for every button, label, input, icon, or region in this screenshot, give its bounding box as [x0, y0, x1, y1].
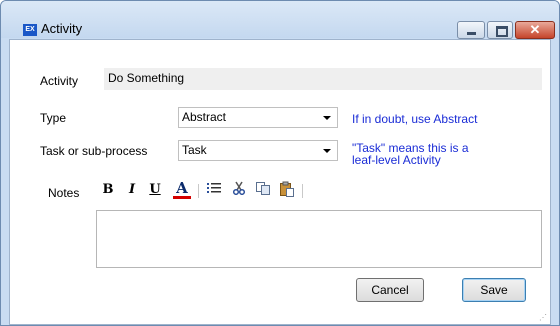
window-title: Activity — [41, 21, 83, 36]
underline-button[interactable]: U — [147, 181, 163, 199]
italic-button[interactable]: I — [125, 181, 139, 199]
title-bar[interactable]: EX Activity ✕ — [1, 1, 559, 39]
maximize-icon — [496, 26, 508, 37]
bold-button[interactable]: B — [100, 181, 116, 199]
paste-button[interactable] — [278, 181, 296, 199]
toolbar-separator — [302, 184, 303, 198]
copy-button[interactable] — [254, 181, 272, 199]
toolbar-separator — [198, 184, 199, 198]
paste-icon — [280, 181, 294, 197]
activity-name-field: Do Something — [104, 68, 542, 90]
font-color-button[interactable]: A — [172, 181, 192, 199]
activity-label: Activity — [40, 74, 79, 88]
app-icon: EX — [23, 24, 37, 36]
scissors-icon — [232, 181, 246, 196]
cancel-button[interactable]: Cancel — [356, 278, 424, 302]
font-color-icon: A — [176, 179, 188, 197]
type-select-value: Abstract — [182, 110, 227, 124]
cut-button[interactable] — [230, 181, 248, 199]
task-label: Task or sub-process — [40, 144, 148, 158]
minimize-icon — [467, 32, 476, 35]
notes-label: Notes — [48, 186, 80, 200]
activity-dialog-window: EX Activity ✕ Activity Do Something Type… — [0, 0, 560, 326]
dialog-body: Activity Do Something Type Abstract If i… — [9, 39, 551, 325]
type-hint: If in doubt, use Abstract — [352, 112, 478, 126]
type-label: Type — [40, 111, 67, 125]
close-button[interactable]: ✕ — [515, 21, 555, 39]
task-select-value: Task — [182, 143, 207, 157]
save-button[interactable]: Save — [462, 278, 526, 302]
close-icon: ✕ — [529, 22, 541, 37]
task-hint-line2: leaf-level Activity — [352, 153, 441, 167]
bullet-list-icon — [207, 183, 221, 193]
copy-icon — [256, 182, 270, 195]
notes-editor[interactable] — [96, 210, 542, 268]
chevron-down-icon[interactable] — [323, 116, 331, 120]
chevron-down-icon[interactable] — [323, 149, 331, 153]
task-select[interactable]: Task — [178, 140, 338, 161]
maximize-button[interactable] — [487, 21, 513, 39]
bullet-list-button[interactable] — [205, 181, 223, 199]
resize-grip-icon[interactable]: ⋰ — [539, 313, 547, 322]
minimize-button[interactable] — [457, 21, 485, 39]
type-select[interactable]: Abstract — [178, 107, 338, 128]
